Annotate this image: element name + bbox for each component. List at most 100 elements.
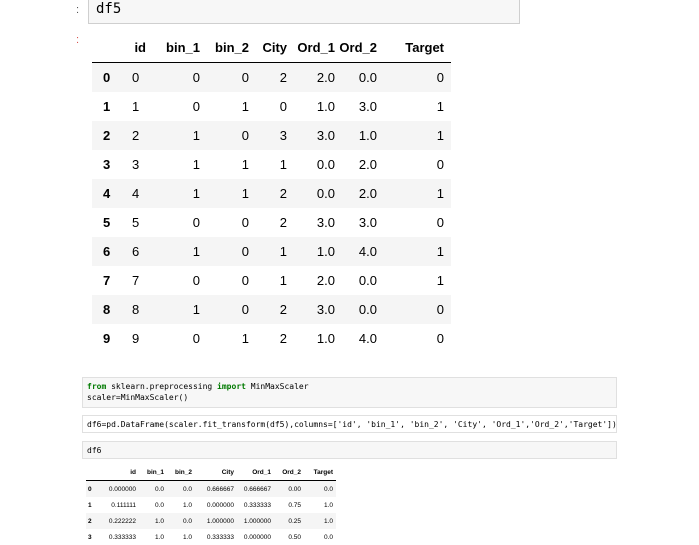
table-cell: 0 <box>192 331 200 346</box>
table-row: 2 0.222222 1.0 0.0 1.000000 1.000000 0.25 1.0 <box>86 513 336 529</box>
table-cell: 5 <box>132 215 140 230</box>
table-cell: 0.0 <box>323 533 333 541</box>
column-header: City <box>249 33 287 63</box>
code-keyword: import <box>217 382 246 391</box>
table-row: 3 0.333333 1.0 1.0 0.333333 0.000000 0.50 0.0 <box>86 529 336 545</box>
table-cell: 3.0 <box>316 128 335 143</box>
table-cell: 1.0 <box>323 501 333 509</box>
table-cell: 1 <box>241 186 249 201</box>
table-cell: 0.222222 <box>108 517 136 525</box>
table-cell: 1.0 <box>154 533 164 541</box>
code-cell-df5[interactable]: df5 <box>88 0 520 24</box>
table-cell: 0.0 <box>154 501 164 509</box>
table-cell: 1.0 <box>316 99 335 114</box>
column-header: id <box>132 33 146 63</box>
table-cell: 0.333333 <box>206 533 234 541</box>
table-cell: 8 <box>132 302 140 317</box>
table-row: 0 0.000000 0.0 0.0 0.666667 0.666667 0.00 0.0 <box>86 480 336 497</box>
table-cell: 2 <box>132 128 140 143</box>
table-cell: 7 <box>132 273 140 288</box>
table-row: 1 0.111111 0.0 1.0 0.000000 0.333333 0.75 1.0 <box>86 497 336 513</box>
table-cell: 1 <box>192 186 200 201</box>
table-cell: 1 <box>436 128 444 143</box>
table-cell: 0.0 <box>358 302 377 317</box>
table-cell: 0 <box>241 302 249 317</box>
column-header: Ord_2 <box>271 464 301 481</box>
table-cell: 0 <box>192 215 200 230</box>
table-cell: 0 <box>241 70 249 85</box>
row-index: 1 <box>103 99 111 114</box>
code-text: sklearn.preprocessing <box>106 382 218 391</box>
row-index: 6 <box>103 244 111 259</box>
table-cell: 2.0 <box>358 186 377 201</box>
table-cell: 3.0 <box>316 302 335 317</box>
code-text: df5 <box>96 1 122 17</box>
code-keyword: from <box>87 382 107 391</box>
table-row: 7 7 0 0 1 2.0 0.0 1 <box>92 266 451 295</box>
column-header <box>92 33 132 63</box>
table-cell: 0 <box>279 99 287 114</box>
table-cell: 1 <box>192 302 200 317</box>
row-index: 9 <box>103 331 111 346</box>
table-cell: 0.0 <box>316 157 335 172</box>
table-row: 4 4 1 1 2 0.0 2.0 1 <box>92 179 451 208</box>
table-cell: 1 <box>436 186 444 201</box>
row-index: 2 <box>103 128 111 143</box>
code-line: from sklearn.preprocessing import MinMax… <box>87 381 612 392</box>
table-cell: 9 <box>132 331 140 346</box>
table-cell: 1.000000 <box>243 517 271 525</box>
column-header: bin_1 <box>146 33 200 63</box>
table-cell: 0.25 <box>288 517 301 525</box>
cell-gutter-marker: : <box>76 34 80 46</box>
table-cell: 0 <box>132 70 140 85</box>
table-cell: 0 <box>436 302 444 317</box>
table-cell: 1.0 <box>182 533 192 541</box>
table-cell: 6 <box>132 244 140 259</box>
table-cell: 1.0 <box>154 517 164 525</box>
column-header <box>86 464 96 481</box>
code-cell-df6[interactable]: df6 <box>82 441 617 459</box>
table-cell: 0.0 <box>358 70 377 85</box>
column-header: Target <box>301 464 336 481</box>
table-cell: 0.333333 <box>243 501 271 509</box>
table-row: 5 5 0 0 2 3.0 3.0 0 <box>92 208 451 237</box>
table-cell: 4 <box>132 186 140 201</box>
table-cell: 1 <box>192 244 200 259</box>
table-cell: 1 <box>436 99 444 114</box>
table-cell: 1 <box>192 128 200 143</box>
row-index: 7 <box>103 273 111 288</box>
table-cell: 2 <box>279 70 287 85</box>
table-cell: 1 <box>279 273 287 288</box>
table-cell: 0.0 <box>182 485 192 493</box>
row-index: 3 <box>103 157 111 172</box>
column-header: id <box>96 464 136 481</box>
table-cell: 0 <box>241 128 249 143</box>
table-cell: 3.0 <box>316 215 335 230</box>
table-cell: 1.0 <box>316 331 335 346</box>
table-row: 0 0 0 0 2 2.0 0.0 0 <box>92 62 451 92</box>
table-cell: 2 <box>279 186 287 201</box>
table-cell: 0.0 <box>316 186 335 201</box>
table-cell: 0.666667 <box>243 485 271 493</box>
row-index: 2 <box>88 517 92 525</box>
table-row: 1 1 0 1 0 1.0 3.0 1 <box>92 92 451 121</box>
table-cell: 1 <box>241 331 249 346</box>
table-cell: 0 <box>436 331 444 346</box>
table-cell: 3.0 <box>358 99 377 114</box>
code-cell-df6-create[interactable]: df6=pd.DataFrame(scaler.fit_transform(df… <box>82 415 617 433</box>
column-header: bin_1 <box>136 464 164 481</box>
row-index: 5 <box>103 215 111 230</box>
table-cell: 0.0 <box>154 485 164 493</box>
table-row: 3 3 1 1 1 0.0 2.0 0 <box>92 150 451 179</box>
row-index: 8 <box>103 302 111 317</box>
column-header: bin_2 <box>200 33 249 63</box>
code-text: MinMaxScaler <box>245 382 309 391</box>
table-cell: 0.75 <box>288 501 301 509</box>
row-index: 0 <box>103 70 111 85</box>
table-cell: 0 <box>436 70 444 85</box>
table-cell: 0 <box>436 215 444 230</box>
code-cell-scaler[interactable]: from sklearn.preprocessing import MinMax… <box>82 377 617 408</box>
code-line: scaler=MinMaxScaler() <box>87 393 189 402</box>
row-index: 0 <box>88 485 92 493</box>
table-cell: 2.0 <box>316 70 335 85</box>
